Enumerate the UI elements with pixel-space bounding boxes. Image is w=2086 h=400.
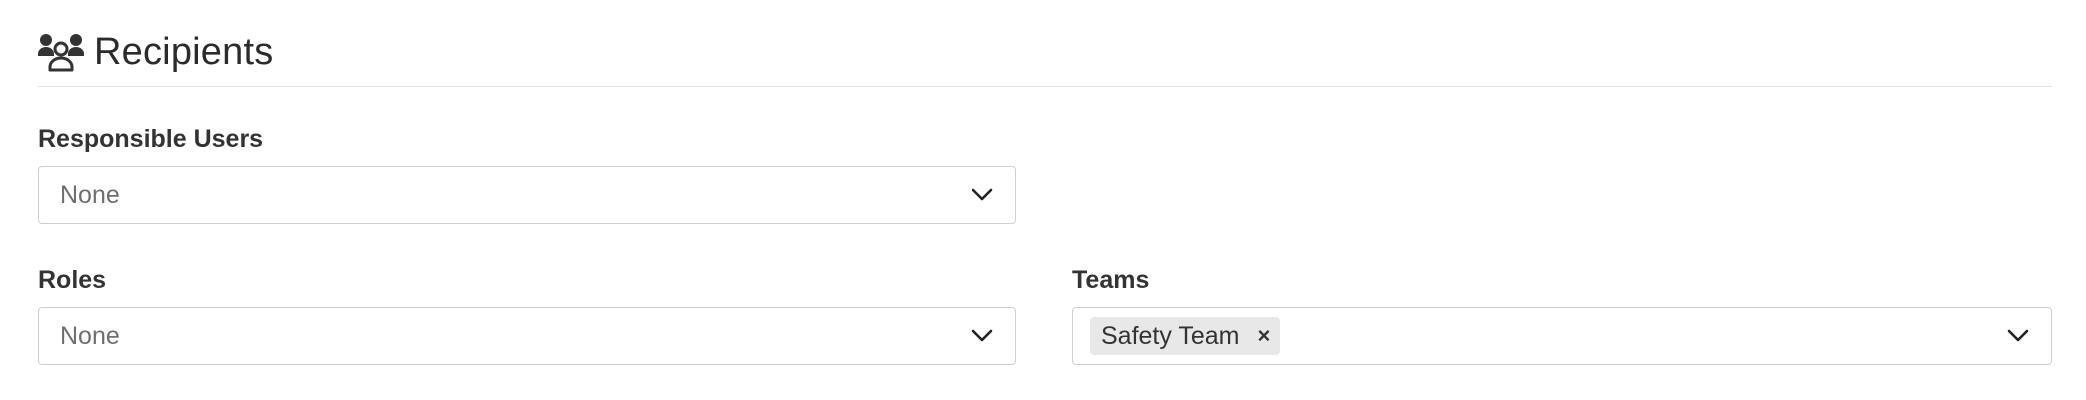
users-icon	[38, 34, 84, 72]
roles-field: Roles None	[38, 263, 1016, 365]
responsible-users-select[interactable]: None	[38, 166, 1016, 224]
responsible-users-field: Responsible Users None	[38, 122, 1016, 224]
responsible-users-label: Responsible Users	[38, 125, 264, 153]
section-title: Recipients	[94, 30, 274, 73]
teams-select[interactable]: Safety Team ×	[1072, 307, 2052, 365]
roles-label: Roles	[38, 266, 107, 294]
teams-label: Teams	[1072, 266, 1150, 294]
roles-select[interactable]: None	[38, 307, 1016, 365]
responsible-users-value: None	[60, 180, 120, 209]
chevron-down-icon	[971, 329, 993, 342]
chevron-down-icon	[2007, 329, 2029, 342]
chevron-down-icon	[971, 188, 993, 201]
roles-value: None	[60, 321, 120, 350]
teams-field: Teams Safety Team ×	[1072, 263, 2052, 365]
remove-tag-icon[interactable]: ×	[1258, 325, 1271, 347]
section-divider	[38, 86, 2052, 87]
section-header: Recipients	[38, 24, 273, 80]
team-tag: Safety Team ×	[1090, 317, 1281, 355]
team-tag-label: Safety Team	[1101, 321, 1240, 350]
